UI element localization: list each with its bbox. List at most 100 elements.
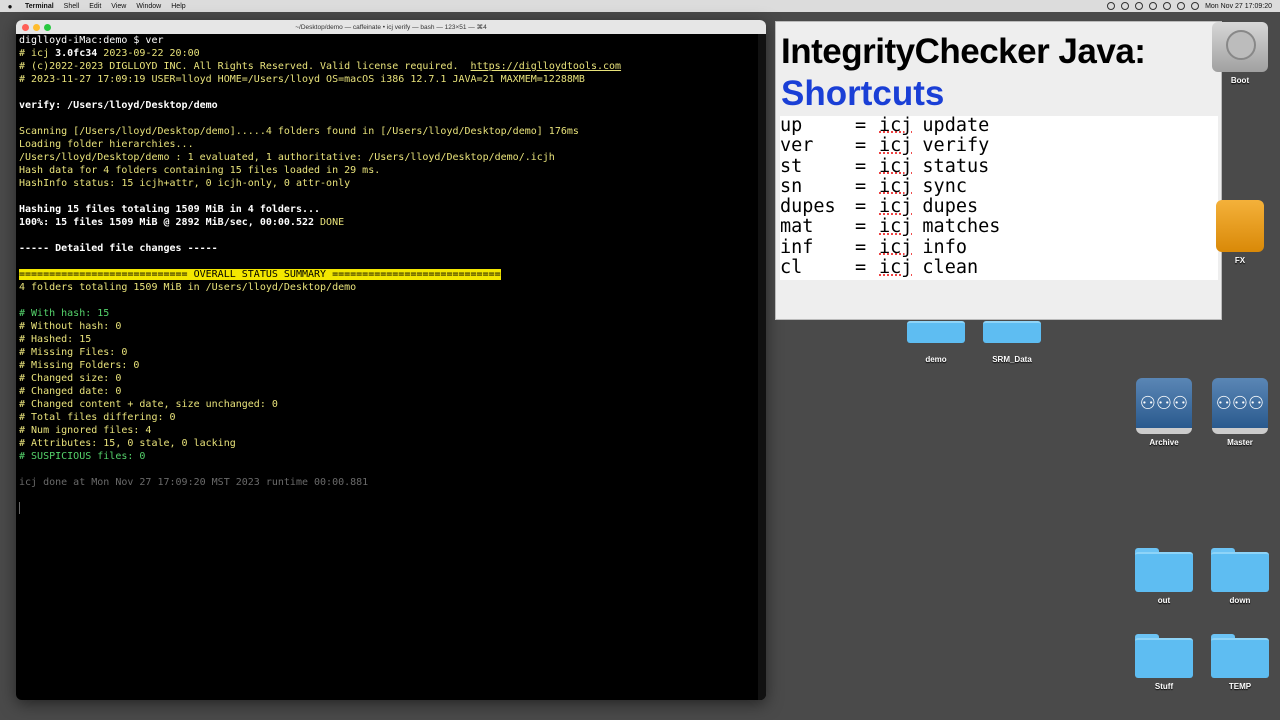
shortcut-argument: clean xyxy=(922,257,979,279)
terminal-text: # Without hash: 0 xyxy=(19,321,122,332)
shortcut-command: icj xyxy=(879,155,913,177)
shortcut-command: icj xyxy=(879,257,913,279)
sync-icon[interactable] xyxy=(1121,2,1130,10)
terminal-line: # Without hash: 0 xyxy=(19,320,763,333)
search-icon[interactable] xyxy=(1177,2,1186,10)
text-cursor xyxy=(19,502,20,514)
terminal-titlebar[interactable]: ~/Desktop/demo — caffeinate • icj verify… xyxy=(16,20,766,34)
menu-window[interactable]: Window xyxy=(131,3,166,10)
shortcut-alias: st xyxy=(780,155,803,177)
terminal-text: # With hash: 15 xyxy=(19,308,110,319)
network-drive-icon: ⚇⚇⚇ xyxy=(1136,378,1192,434)
terminal-text: verify: /Users/lloyd/Desktop/demo xyxy=(19,100,218,111)
shortcut-alias: mat xyxy=(780,216,814,238)
terminal-line: 100%: 15 files 1509 MiB @ 2892 MiB/sec, … xyxy=(19,216,763,229)
menu-view[interactable]: View xyxy=(106,3,131,10)
shortcut-list: up = icj update ver = icj verify st = icj status sn =… xyxy=(780,115,1218,280)
shortcut-row: sn = icj sync xyxy=(780,175,1218,197)
shortcut-row: ver = icj verify xyxy=(780,135,1218,157)
shortcut-command: icj xyxy=(879,175,913,197)
shortcut-alias: ver xyxy=(780,135,814,157)
terminal-line: # Missing Files: 0 xyxy=(19,346,763,359)
shortcut-row: inf = icj info xyxy=(780,236,1218,258)
terminal-text: # Missing Folders: 0 xyxy=(19,360,140,371)
terminal-text: ============================ OVERALL STA… xyxy=(19,269,501,280)
shortcut-argument: dupes xyxy=(922,196,979,218)
hard-drive-icon xyxy=(1212,22,1268,72)
terminal-scrollbar[interactable] xyxy=(758,34,766,700)
terminal-text: 100%: 15 files 1509 MiB @ 2892 MiB/sec, … xyxy=(19,217,321,228)
folder-icon xyxy=(1211,548,1269,592)
terminal-line: # Changed content + date, size unchanged… xyxy=(19,398,763,411)
terminal-text: # (c)2022-2023 DIGLLOYD INC. All Rights … xyxy=(19,61,471,72)
record-icon[interactable] xyxy=(1107,2,1116,10)
terminal-line: Loading folder hierarchies... xyxy=(19,138,763,151)
desktop-icon-label: Stuff xyxy=(1154,682,1174,691)
terminal-output[interactable]: diglloyd-iMac:demo $ ver # icj 3.0fc34 20… xyxy=(16,34,766,700)
panel-subtitle: Shortcuts xyxy=(781,74,945,113)
desktop-icon-master[interactable]: ⚇⚇⚇ Master xyxy=(1205,378,1275,447)
terminal-text: ----- Detailed file changes ----- xyxy=(19,243,218,254)
menu-terminal[interactable]: Terminal xyxy=(20,3,59,10)
terminal-text: 4 folders totaling 1509 MiB in /Users/ll… xyxy=(19,282,357,293)
terminal-line: verify: /Users/lloyd/Desktop/demo xyxy=(19,99,763,112)
desktop-icon-fx[interactable]: FX xyxy=(1205,200,1275,265)
shortcut-argument: sync xyxy=(922,175,967,197)
desktop-icon-label: TEMP xyxy=(1228,682,1252,691)
bluetooth-icon[interactable] xyxy=(1135,2,1144,10)
desktop-icon-label: out xyxy=(1157,596,1171,605)
terminal-prompt-line[interactable] xyxy=(19,502,763,515)
desktop-icon-down[interactable]: down xyxy=(1205,548,1275,605)
terminal-text[interactable]: https://diglloydtools.com xyxy=(471,61,622,72)
terminal-text: icj done at Mon Nov 27 17:09:20 MST 2023… xyxy=(19,477,369,488)
shortcut-row: dupes = icj dupes xyxy=(780,196,1218,218)
folder-icon xyxy=(907,321,965,343)
terminal-line: # Hashed: 15 xyxy=(19,333,763,346)
terminal-line: # SUSPICIOUS files: 0 xyxy=(19,450,763,463)
terminal-text: # Total files differing: 0 xyxy=(19,412,176,423)
terminal-text: Loading folder hierarchies... xyxy=(19,139,194,150)
shortcut-command: icj xyxy=(879,236,913,258)
menu-shell[interactable]: Shell xyxy=(59,3,85,10)
terminal-text: Hash data for 4 folders containing 15 fi… xyxy=(19,165,381,176)
panel-title: IntegrityChecker Java: xyxy=(781,32,1146,71)
battery-icon[interactable] xyxy=(1149,2,1158,10)
menu-edit[interactable]: Edit xyxy=(84,3,106,10)
control-center-icon[interactable] xyxy=(1191,2,1200,10)
terminal-text: HashInfo status: 15 icjh+attr, 0 icjh-on… xyxy=(19,178,351,189)
terminal-window: ~/Desktop/demo — caffeinate • icj verify… xyxy=(16,20,766,700)
desktop-icon-boot[interactable]: Boot xyxy=(1205,22,1275,85)
terminal-text: # icj xyxy=(19,48,56,59)
apple-menu-icon[interactable]: ● xyxy=(0,2,20,11)
terminal-line: HashInfo status: 15 icjh+attr, 0 icjh-on… xyxy=(19,177,763,190)
terminal-text: # Changed date: 0 xyxy=(19,386,122,397)
desktop-icon-demo[interactable]: demo xyxy=(901,321,971,364)
shortcut-equals: = xyxy=(855,257,867,279)
terminal-text: DONE xyxy=(320,217,345,228)
desktop-icon-label: demo xyxy=(925,355,947,364)
terminal-line: icj done at Mon Nov 27 17:09:20 MST 2023… xyxy=(19,476,763,489)
shortcut-argument: update xyxy=(922,115,990,136)
terminal-line: # Num ignored files: 4 xyxy=(19,424,763,437)
desktop-icon-out[interactable]: out xyxy=(1129,548,1199,605)
desktop-icon-label: FX xyxy=(1234,256,1246,265)
folder-icon xyxy=(983,321,1041,343)
shortcut-command: icj xyxy=(879,196,913,218)
terminal-line: Hash data for 4 folders containing 15 fi… xyxy=(19,164,763,177)
terminal-line: # Total files differing: 0 xyxy=(19,411,763,424)
desktop-icon-srm-data[interactable]: SRM_Data xyxy=(977,321,1047,364)
folder-icon xyxy=(1211,634,1269,678)
desktop-icon-stuff[interactable]: Stuff xyxy=(1129,634,1199,691)
desktop-icon-archive[interactable]: ⚇⚇⚇ Archive xyxy=(1129,378,1199,447)
terminal-text: Scanning [/Users/lloyd/Desktop/demo]....… xyxy=(19,126,579,137)
status-area: Mon Nov 27 17:09:20 xyxy=(1107,2,1280,10)
menu-help[interactable]: Help xyxy=(166,3,190,10)
wifi-icon[interactable] xyxy=(1163,2,1172,10)
shortcut-argument: info xyxy=(922,236,967,258)
desktop-icon-temp[interactable]: TEMP xyxy=(1205,634,1275,691)
menu-clock[interactable]: Mon Nov 27 17:09:20 xyxy=(1205,3,1272,10)
